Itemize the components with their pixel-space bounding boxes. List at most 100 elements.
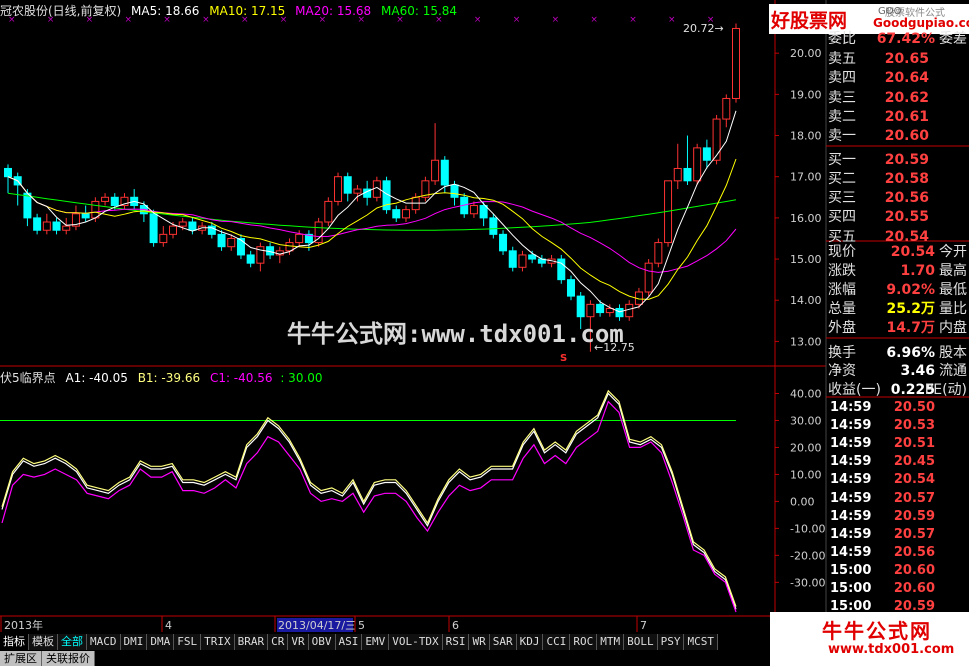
tab-roc[interactable]: ROC [570,634,598,650]
tab-emv[interactable]: EMV [362,634,390,650]
book-value: 20.58 [884,170,929,187]
y-tick-label: 15.00 [790,253,822,266]
c1-label: C1: -40.56 [209,371,273,385]
tick-row: 14:59 20.50 [828,399,969,417]
candle-body [52,221,61,231]
candle-body [654,242,663,264]
tick-row: 14:59 20.53 [828,417,969,435]
y-tick-label: 19.00 [790,88,822,101]
candle-body [169,225,178,235]
y-tick-label: 18.00 [790,130,822,143]
ma60-label: MA60: 15.84 [381,4,458,18]
tab-macd[interactable]: MACD [87,634,121,650]
tab-mcst[interactable]: MCST [684,634,718,650]
candle-body [683,167,692,182]
c2-label: : 30.00 [280,371,323,385]
tab-指标[interactable]: 指标 [0,634,29,650]
tab-fsl[interactable]: FSL [174,634,202,650]
ask-row: 卖二 20.61 [828,108,969,127]
indicator-tabs: 指标 模板 全部 MACD DMI DMA FSL TRIX BRAR CR VR OBV ASI EMV… [0,634,718,651]
candle-body [401,209,410,219]
tick-price: 20.57 [893,526,935,542]
tab-obv[interactable]: OBV [308,634,336,650]
candle-body [33,217,42,231]
tab-boll[interactable]: BOLL [624,634,658,650]
low-value: 12.75 [603,341,635,354]
candle-body [440,159,449,186]
quote-value: 1.70 [900,262,935,279]
bottom-tab-1[interactable]: 关联报价 [42,651,95,666]
quote-label: 净资 [828,363,856,380]
y-tick-label: 14.00 [790,294,822,307]
candle-body [732,27,740,99]
quote-label: 外盘 [828,319,856,336]
x-tick-label: 7 [640,619,647,632]
quote-value: 14.7万 [886,319,935,336]
quote-label: 现价 [828,244,856,260]
x-tick-label: 6 [452,619,459,632]
bottom-tab-0[interactable]: 扩展区 [0,651,42,666]
tab-dma[interactable]: DMA [147,634,175,650]
book-label: 买二 [828,170,856,187]
tab-dmi[interactable]: DMI [120,634,148,650]
ask-row: 卖五 20.65 [828,50,969,69]
tick-time: 14:59 [830,490,872,506]
quote-value: 6.96% [886,344,935,361]
quote-label2: 股本 [939,344,967,361]
tab-cci[interactable]: CCI [543,634,571,650]
candle-body [353,188,362,194]
candle-body [91,200,100,219]
tab-psy[interactable]: PSY [657,634,685,650]
quote-label2: 量比 [939,300,967,317]
candle-body [566,279,575,297]
candle-body [159,233,168,244]
bid-row: 买四 20.55 [828,208,969,227]
tab-vol-tdx[interactable]: VOL-TDX [389,634,443,650]
candle-body [101,196,110,202]
indicator-name: 伏5临界点 [0,371,56,385]
low-annotation: ←12.75 [594,341,635,354]
tick-time: 14:59 [830,436,872,452]
tab-kdj[interactable]: KDJ [516,634,544,650]
tab-cr[interactable]: CR [268,634,289,650]
ma20-label: MA20: 15.68 [295,4,372,18]
quote-label2: 今开 [939,244,967,260]
tick-row: 15:00 20.59 [828,598,969,616]
tab-rsi[interactable]: RSI [442,634,470,650]
tab-全部[interactable]: 全部 [58,634,87,650]
candle-body [227,237,236,248]
tab-trix[interactable]: TRIX [201,634,235,650]
book-value: 20.59 [884,151,929,168]
book-label: 买一 [828,151,856,168]
tick-time: 14:59 [830,418,872,434]
tab-vr[interactable]: VR [288,634,309,650]
tab-mtm[interactable]: MTM [597,634,625,650]
main-chart-header: 冠农股份(日线,前复权) MA5: 18.66 MA10: 17.15 MA20… [0,2,463,19]
tick-price: 20.59 [893,599,935,615]
tab-asi[interactable]: ASI [335,634,363,650]
bid-row: 买一 20.59 [828,151,969,170]
series-c1-line [1,400,737,613]
book-label: 买四 [828,209,856,226]
quote-value: 20.54 [890,244,935,260]
tab-brar[interactable]: BRAR [234,634,269,650]
candle-body [334,176,343,202]
candle-body [236,237,245,256]
tick-price: 20.45 [893,454,935,470]
tab-sar[interactable]: SAR [489,634,517,650]
book-label: 卖三 [828,89,856,106]
quote-row: 总量 25.2万 量比 [828,300,969,319]
candle-body [42,221,51,231]
tab-wr[interactable]: WR [469,634,490,650]
sub-chart-header: 伏5临界点 A1: -40.05 B1: -39.66 C1: -40.56 :… [0,369,323,386]
tick-row: 15:00 20.60 [828,562,969,580]
candle-body [596,303,605,314]
tab-模板[interactable]: 模板 [29,634,58,650]
book-value: 20.62 [884,89,929,106]
sub-y-tick-label: 10.00 [790,468,822,481]
quote-label: 总量 [828,300,856,317]
series-b1-line [1,389,737,607]
candle-body [431,159,440,182]
book-label: 卖五 [828,51,856,67]
candle-body [702,147,711,161]
